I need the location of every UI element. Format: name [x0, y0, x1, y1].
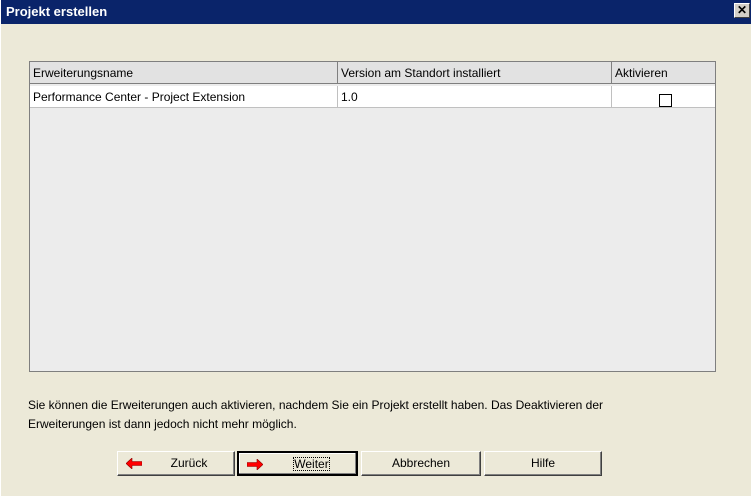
info-line-1: Sie können die Erweiterungen auch aktivi… [28, 398, 603, 412]
cancel-button[interactable]: Abbrechen [361, 451, 481, 476]
help-button-label: Hilfe [530, 456, 555, 470]
extension-name-cell: Performance Center - Project Extension [30, 86, 338, 108]
info-line-2: Erweiterungen ist dann jedoch nicht mehr… [28, 417, 297, 431]
arrow-right-icon [247, 459, 263, 470]
cancel-button-label: Abbrechen [391, 456, 451, 470]
next-button-label: Weiter [289, 453, 333, 475]
back-button-label: Zurück [170, 456, 208, 470]
title-bar[interactable]: Projekt erstellen ✕ [1, 0, 751, 24]
close-icon: ✕ [736, 3, 748, 17]
activate-cell [612, 86, 715, 108]
info-text: Sie können die Erweiterungen auch aktivi… [28, 396, 748, 434]
back-button[interactable]: Zurück [117, 451, 235, 476]
dialog-title: Projekt erstellen [6, 4, 108, 19]
column-header-version[interactable]: Version am Standort installiert [338, 62, 612, 84]
next-button[interactable]: Weiter [237, 451, 358, 476]
close-button[interactable]: ✕ [734, 3, 750, 18]
column-header-name[interactable]: Erweiterungsname [30, 62, 338, 84]
arrow-left-icon [126, 458, 142, 469]
extension-version-cell: 1.0 [338, 86, 612, 108]
table-row[interactable]: Performance Center - Project Extension 1… [30, 86, 715, 108]
extensions-table: Erweiterungsname Version am Standort ins… [29, 61, 716, 372]
table-header: Erweiterungsname Version am Standort ins… [30, 62, 715, 84]
activate-checkbox[interactable] [658, 94, 672, 107]
help-button[interactable]: Hilfe [484, 451, 602, 476]
dialog-window: Projekt erstellen ✕ Erweiterungsname Ver… [0, 0, 751, 496]
column-header-activate[interactable]: Aktivieren [612, 62, 715, 84]
